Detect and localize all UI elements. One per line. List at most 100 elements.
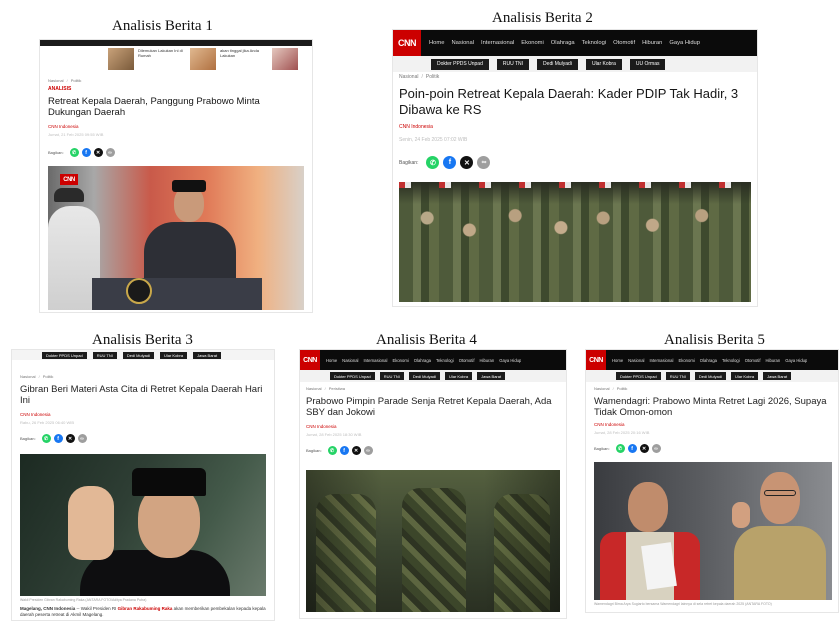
trending-tag[interactable]: Dokter PPDS Unpad <box>431 58 489 70</box>
nav-link[interactable]: Home <box>429 40 444 46</box>
nav-link[interactable]: Hiburan <box>766 358 781 363</box>
trending-tag[interactable]: UU Ormas <box>629 58 666 70</box>
nav-link[interactable]: Olahraga <box>700 358 717 363</box>
link-icon[interactable]: ∞ <box>105 148 115 157</box>
article-screenshot-1: Dilemukan Lakukan Ini di Rumah akan ting… <box>40 40 312 312</box>
related-thumb-3[interactable] <box>272 48 298 70</box>
breadcrumb-item[interactable]: Politik <box>617 386 628 391</box>
whatsapp-icon[interactable]: ✆ <box>41 434 51 443</box>
breadcrumb-item[interactable]: Nasional <box>306 386 322 391</box>
whatsapp-icon[interactable]: ✆ <box>327 446 337 455</box>
trending-tag[interactable]: Dedi Mulyadi <box>537 58 578 70</box>
whatsapp-icon[interactable]: ✆ <box>615 444 625 453</box>
caption-analisis-4: Analisis Berita 4 <box>376 332 477 348</box>
nav-link[interactable]: Home <box>612 358 623 363</box>
trending-tag[interactable]: Ular Kobra <box>159 351 188 359</box>
breadcrumb-item[interactable]: Politik <box>426 74 439 80</box>
facebook-icon[interactable]: f <box>627 444 637 453</box>
breadcrumb-item[interactable]: Nasional <box>20 374 36 379</box>
nav-link[interactable]: Ekonomi <box>678 358 694 363</box>
trending-tag[interactable]: Dokter PPDS Unpad <box>42 351 87 359</box>
trending-tag[interactable]: Jawa Barat <box>477 372 506 380</box>
breadcrumb-item[interactable]: Politik <box>43 374 54 379</box>
article-source[interactable]: CNN Indonesia <box>20 412 51 417</box>
nav-link[interactable]: Otomotif <box>459 358 475 363</box>
person-link[interactable]: Gibran Rakabuming Raka <box>118 606 173 611</box>
nav-link[interactable]: Teknologi <box>722 358 740 363</box>
related-thumb-text-1[interactable]: Dilemukan Lakukan Ini di Rumah <box>138 48 188 58</box>
nav-link[interactable]: Otomotif <box>745 358 761 363</box>
nav-link[interactable]: Otomotif <box>613 40 635 46</box>
facebook-icon[interactable]: f <box>443 156 457 169</box>
facebook-icon[interactable]: f <box>53 434 63 443</box>
whatsapp-icon[interactable]: ✆ <box>69 148 79 157</box>
podium <box>92 278 262 310</box>
related-thumb-2[interactable] <box>190 48 216 70</box>
article-source[interactable]: CNN Indonesia <box>306 424 337 429</box>
trending-tag[interactable]: Ular Kobra <box>444 372 473 380</box>
trending-tag[interactable]: RUU TNI <box>496 58 530 70</box>
nav-link[interactable]: Nasional <box>628 358 644 363</box>
trending-tag[interactable]: Dedi Mulyadi <box>694 372 726 380</box>
whatsapp-icon[interactable]: ✆ <box>426 156 440 169</box>
site-navbar: CNN Home Nasional Internasional Ekonomi … <box>586 350 838 370</box>
article-screenshot-2: CNN Home Nasional Internasional Ekonomi … <box>393 30 757 306</box>
cnn-logo-icon[interactable]: CNN <box>300 350 320 370</box>
nav-link[interactable]: Teknologi <box>436 358 454 363</box>
trending-tag[interactable]: RUU TNI <box>379 372 404 380</box>
related-thumb-1[interactable] <box>108 48 134 70</box>
nav-link[interactable]: Gaya Hidup <box>669 40 700 46</box>
nav-link[interactable]: Nasional <box>451 40 474 46</box>
nav-link[interactable]: Olahraga <box>414 358 431 363</box>
nav-link[interactable]: Teknologi <box>582 40 607 46</box>
breadcrumb-item[interactable]: Politik <box>71 78 82 83</box>
nav-link[interactable]: Internasional <box>363 358 387 363</box>
nav-link[interactable]: Hiburan <box>480 358 495 363</box>
trending-tag[interactable]: Dokter PPDS Unpad <box>330 372 375 380</box>
cnn-logo-icon[interactable]: CNN <box>393 30 421 56</box>
breadcrumb-item[interactable]: Nasional <box>48 78 64 83</box>
trending-tag[interactable]: Dedi Mulyadi <box>408 372 440 380</box>
article-date: Senin, 24 Feb 2025 07:02 WIB <box>399 137 468 143</box>
trending-tag[interactable]: Dedi Mulyadi <box>122 351 154 359</box>
x-icon[interactable]: ✕ <box>351 446 361 455</box>
nav-link[interactable]: Internasional <box>649 358 673 363</box>
raised-hand <box>732 502 750 528</box>
x-icon[interactable]: ✕ <box>639 444 649 453</box>
trending-tag[interactable]: Ular Kobra <box>585 58 622 70</box>
nav-link[interactable]: Nasional <box>342 358 358 363</box>
x-icon[interactable]: ✕ <box>93 148 103 157</box>
nav-link[interactable]: Home <box>326 358 337 363</box>
related-thumb-text-2[interactable]: akan tinggal jika Anda Lakukan <box>220 48 264 58</box>
link-icon[interactable]: ∞ <box>477 156 491 169</box>
nav-link[interactable]: Gaya Hidup <box>785 358 807 363</box>
x-icon[interactable]: ✕ <box>460 156 474 169</box>
x-icon[interactable]: ✕ <box>65 434 75 443</box>
facebook-icon[interactable]: f <box>339 446 349 455</box>
article-photo <box>306 470 560 612</box>
nav-link[interactable]: Olahraga <box>551 40 575 46</box>
breadcrumb-item[interactable]: Nasional <box>594 386 610 391</box>
trending-tag[interactable]: RUU TNI <box>665 372 690 380</box>
trending-tag[interactable]: Dokter PPDS Unpad <box>616 372 661 380</box>
article-source[interactable]: CNN Indonesia <box>399 124 433 130</box>
trending-tag[interactable]: Jawa Barat <box>763 372 792 380</box>
breadcrumb-item[interactable]: Nasional <box>399 74 418 80</box>
trending-tag[interactable]: Jawa Barat <box>193 351 222 359</box>
facebook-icon[interactable]: f <box>81 148 91 157</box>
trending-tag[interactable]: RUU TNI <box>92 351 117 359</box>
article-source[interactable]: CNN Indonesia <box>594 422 625 427</box>
breadcrumb-item[interactable]: Peristiwa <box>329 386 345 391</box>
link-icon[interactable]: ∞ <box>651 444 661 453</box>
link-icon[interactable]: ∞ <box>363 446 373 455</box>
cnn-logo-icon[interactable]: CNN <box>586 350 606 370</box>
trending-tag[interactable]: Ular Kobra <box>730 372 759 380</box>
nav-link[interactable]: Gaya Hidup <box>499 358 521 363</box>
link-icon[interactable]: ∞ <box>77 434 87 443</box>
nav-link[interactable]: Ekonomi <box>392 358 408 363</box>
caption-analisis-5: Analisis Berita 5 <box>664 332 765 348</box>
article-source[interactable]: CNN Indonesia <box>48 124 79 129</box>
nav-link[interactable]: Internasional <box>481 40 514 46</box>
nav-link[interactable]: Hiburan <box>642 40 662 46</box>
nav-link[interactable]: Ekonomi <box>521 40 544 46</box>
